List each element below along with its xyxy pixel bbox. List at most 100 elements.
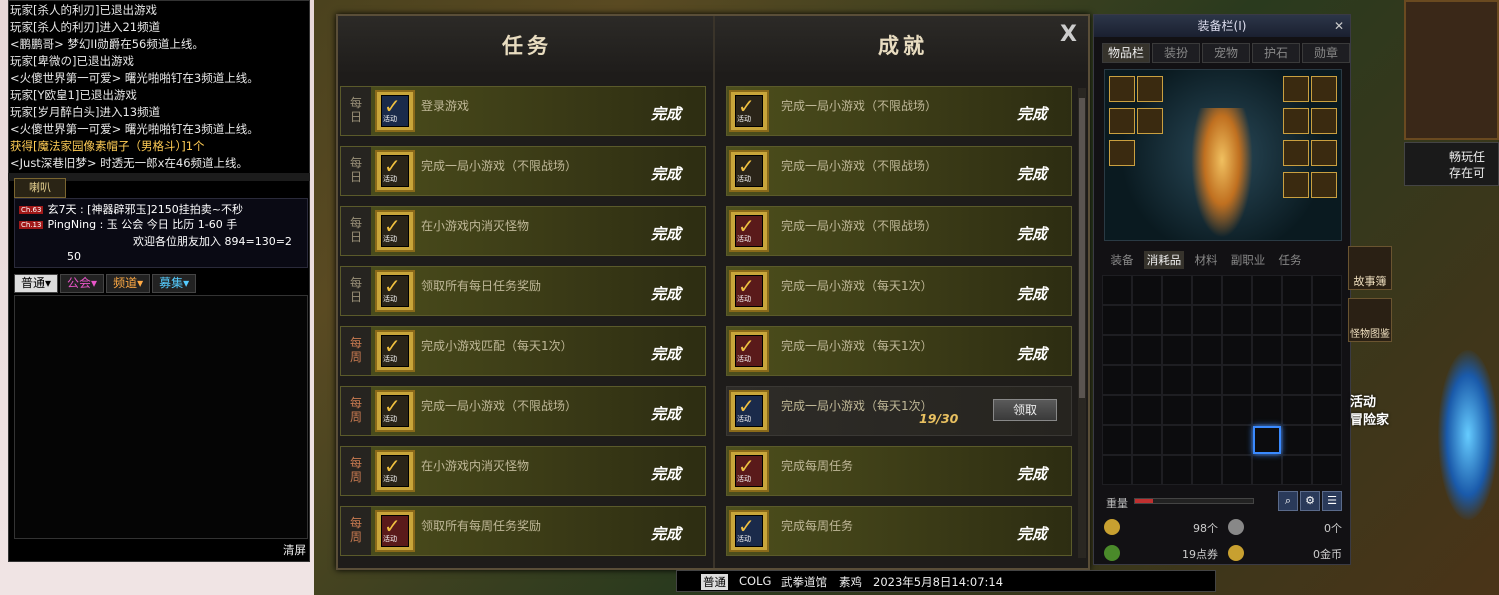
inventory-slot[interactable] xyxy=(1252,305,1282,335)
inventory-slot[interactable] xyxy=(1192,425,1222,455)
tab-achievement[interactable]: 成就 xyxy=(878,30,928,60)
inventory-slot[interactable] xyxy=(1132,365,1162,395)
inventory-slot[interactable] xyxy=(1162,425,1192,455)
inventory-tab[interactable]: 任务 xyxy=(1270,251,1310,269)
quest-row[interactable]: 每 日 ✓ 活动 在小游戏内消灭怪物 完成 xyxy=(340,206,706,256)
inventory-slot[interactable] xyxy=(1282,365,1312,395)
inventory-slot[interactable] xyxy=(1222,455,1252,485)
inventory-slot[interactable] xyxy=(1252,275,1282,305)
inventory-tab[interactable]: 消耗品 xyxy=(1144,251,1184,269)
inventory-slot[interactable] xyxy=(1222,425,1252,455)
story-book-button[interactable]: 故事簿 xyxy=(1348,246,1392,290)
gear-icon[interactable]: ⚙ xyxy=(1300,491,1320,511)
inventory-slot[interactable] xyxy=(1252,455,1282,485)
close-icon[interactable]: X xyxy=(1060,22,1077,47)
inventory-slot[interactable] xyxy=(1312,425,1342,455)
achievement-row[interactable]: ✓ 活动 完成每周任务 完成 xyxy=(726,446,1072,496)
equip-slot[interactable] xyxy=(1283,172,1309,198)
inventory-slot[interactable] xyxy=(1102,455,1132,485)
inventory-tab[interactable]: 材料 xyxy=(1186,251,1226,269)
inventory-slot[interactable] xyxy=(1132,305,1162,335)
achievement-row[interactable]: ✓ 活动 完成一局小游戏（每天1次） 完成 xyxy=(726,266,1072,316)
equip-slot[interactable] xyxy=(1137,108,1163,134)
inventory-slot[interactable] xyxy=(1102,425,1132,455)
inventory-slot[interactable] xyxy=(1132,395,1162,425)
equip-slot[interactable] xyxy=(1311,76,1337,102)
inventory-slot[interactable] xyxy=(1162,335,1192,365)
achievement-scrollbar[interactable] xyxy=(1078,88,1086,558)
inventory-slot[interactable] xyxy=(1102,305,1132,335)
inventory-slot[interactable] xyxy=(1162,275,1192,305)
chat-input-area[interactable] xyxy=(14,295,308,539)
quest-row[interactable]: 每 日 ✓ 活动 领取所有每日任务奖励 完成 xyxy=(340,266,706,316)
quest-row[interactable]: 每 周 ✓ 活动 在小游戏内消灭怪物 完成 xyxy=(340,446,706,496)
inventory-slot[interactable] xyxy=(1162,455,1192,485)
quest-row[interactable]: 每 周 ✓ 活动 完成一局小游戏（不限战场） 完成 xyxy=(340,386,706,436)
inventory-slot[interactable] xyxy=(1162,365,1192,395)
inventory-slot[interactable] xyxy=(1132,275,1162,305)
clear-screen-button[interactable]: 清屏 xyxy=(283,542,306,558)
equip-slot[interactable] xyxy=(1137,76,1163,102)
inventory-slot[interactable] xyxy=(1282,425,1312,455)
list-icon[interactable]: ☰ xyxy=(1322,491,1342,511)
tab-quest[interactable]: 任务 xyxy=(502,30,552,60)
quest-row[interactable]: 每 周 ✓ 活动 领取所有每周任务奖励 完成 xyxy=(340,506,706,556)
inventory-slot[interactable] xyxy=(1102,335,1132,365)
inventory-slot[interactable] xyxy=(1192,455,1222,485)
inventory-slot[interactable] xyxy=(1282,305,1312,335)
selected-inventory-slot[interactable] xyxy=(1253,426,1281,454)
inventory-slot[interactable] xyxy=(1102,395,1132,425)
equip-slot[interactable] xyxy=(1109,140,1135,166)
quest-row[interactable]: 每 日 ✓ 活动 完成一局小游戏（不限战场） 完成 xyxy=(340,146,706,196)
inventory-slot[interactable] xyxy=(1192,275,1222,305)
inventory-slot[interactable] xyxy=(1222,365,1252,395)
inventory-tab[interactable]: 装备 xyxy=(1102,251,1142,269)
inventory-slot[interactable] xyxy=(1102,275,1132,305)
inventory-slot[interactable] xyxy=(1312,365,1342,395)
inventory-slot[interactable] xyxy=(1312,305,1342,335)
equipment-tab[interactable]: 勋章 xyxy=(1302,43,1350,63)
trumpet-tab[interactable]: 喇叭 xyxy=(14,178,66,198)
inventory-slot[interactable] xyxy=(1192,335,1222,365)
inventory-slot[interactable] xyxy=(1252,335,1282,365)
event-notice[interactable]: 畅玩任 存在可 xyxy=(1404,142,1499,186)
inventory-slot[interactable] xyxy=(1282,275,1312,305)
inventory-slot[interactable] xyxy=(1102,365,1132,395)
chat-tab[interactable]: 募集▾ xyxy=(152,274,197,293)
inventory-slot[interactable] xyxy=(1222,335,1252,365)
inventory-slot[interactable] xyxy=(1192,305,1222,335)
inventory-grid[interactable] xyxy=(1102,275,1342,485)
inventory-slot[interactable] xyxy=(1192,365,1222,395)
quest-row[interactable]: 每 周 ✓ 活动 完成小游戏匹配（每天1次） 完成 xyxy=(340,326,706,376)
inventory-slot[interactable] xyxy=(1252,395,1282,425)
equipment-tab[interactable]: 物品栏 xyxy=(1102,43,1150,63)
inventory-slot[interactable] xyxy=(1162,395,1192,425)
inventory-slot[interactable] xyxy=(1312,335,1342,365)
inventory-slot[interactable] xyxy=(1252,365,1282,395)
achievement-row[interactable]: ✓ 活动 完成一局小游戏（每天1次） 完成 xyxy=(726,326,1072,376)
equipment-tab[interactable]: 宠物 xyxy=(1202,43,1250,63)
equip-slot[interactable] xyxy=(1109,76,1135,102)
chat-tab[interactable]: 公会▾ xyxy=(60,274,105,293)
quest-row[interactable]: 每 日 ✓ 活动 登录游戏 完成 xyxy=(340,86,706,136)
equip-slot[interactable] xyxy=(1311,140,1337,166)
chat-tab[interactable]: 普通▾ xyxy=(14,274,59,293)
equip-slot[interactable] xyxy=(1311,108,1337,134)
achievement-row[interactable]: ✓ 活动 完成一局小游戏（不限战场） 完成 xyxy=(726,86,1072,136)
inventory-slot[interactable] xyxy=(1132,335,1162,365)
equip-slot[interactable] xyxy=(1109,108,1135,134)
equipment-tab[interactable]: 装扮 xyxy=(1152,43,1200,63)
achievement-row[interactable]: ✓ 活动 完成一局小游戏（不限战场） 完成 xyxy=(726,206,1072,256)
inventory-slot[interactable] xyxy=(1282,455,1312,485)
inventory-slot[interactable] xyxy=(1282,335,1312,365)
claim-button[interactable]: 领取 xyxy=(993,399,1057,421)
achievement-row[interactable]: ✓ 活动 完成每周任务 完成 xyxy=(726,506,1072,556)
achievement-row[interactable]: ✓ 活动 完成一局小游戏（每天1次） 19/30 领取 xyxy=(726,386,1072,436)
achievement-row[interactable]: ✓ 活动 完成一局小游戏（不限战场） 完成 xyxy=(726,146,1072,196)
inventory-slot[interactable] xyxy=(1132,455,1162,485)
monster-codex-button[interactable]: 怪物图鉴 xyxy=(1348,298,1392,342)
search-icon[interactable]: ⌕ xyxy=(1278,491,1298,511)
inventory-slot[interactable] xyxy=(1132,425,1162,455)
inventory-slot[interactable] xyxy=(1222,395,1252,425)
inventory-slot[interactable] xyxy=(1312,455,1342,485)
